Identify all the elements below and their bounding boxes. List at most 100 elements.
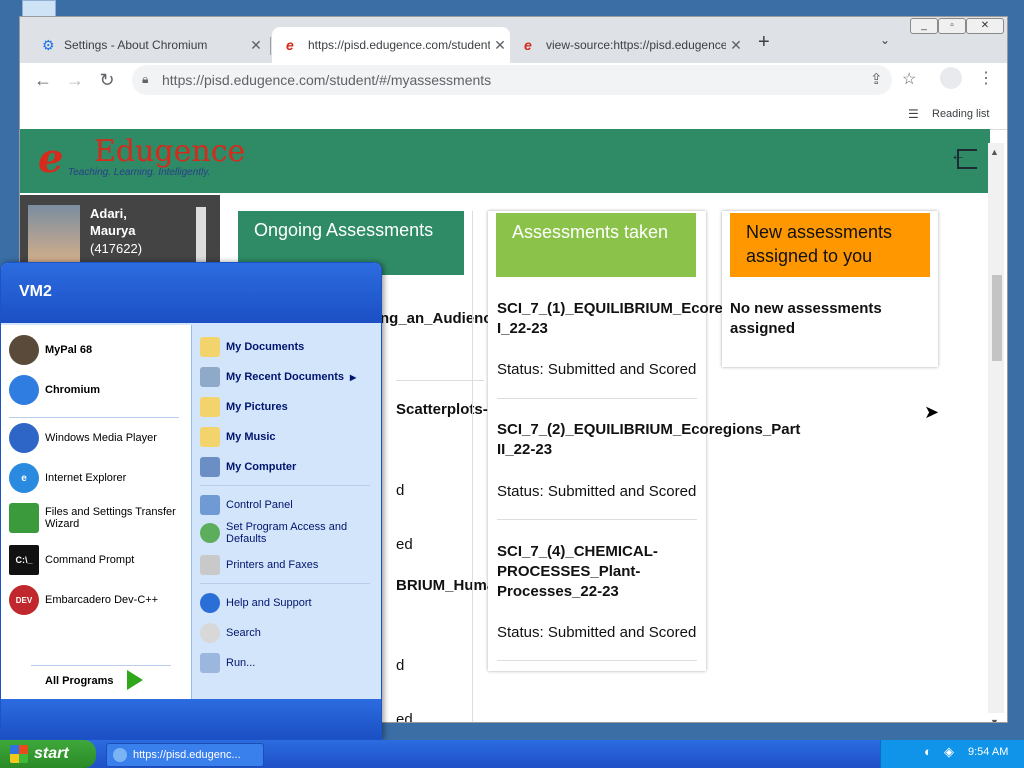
start-item-printers[interactable]: Printers and Faxes bbox=[200, 555, 318, 575]
close-tab-icon[interactable]: ✕ bbox=[726, 37, 746, 54]
edugence-favicon: e bbox=[286, 37, 294, 53]
start-menu-user: VM2 bbox=[19, 283, 52, 300]
run-icon bbox=[200, 653, 220, 673]
start-item-recent-documents[interactable]: My Recent Documents ▶ bbox=[200, 367, 376, 387]
recent-documents-icon bbox=[200, 367, 220, 387]
avatar bbox=[28, 205, 80, 265]
scroll-up-icon[interactable]: ▲ bbox=[990, 147, 999, 157]
logo-name: Edugence bbox=[94, 134, 246, 169]
search-icon bbox=[200, 623, 220, 643]
taken-item-3[interactable]: SCI_7_(4)_CHEMICAL-PROCESSES_Plant-Proce… bbox=[497, 542, 697, 602]
clock: 9:54 AM bbox=[968, 746, 1009, 758]
new-tab-button[interactable]: + bbox=[758, 31, 770, 54]
taskbar-item-browser[interactable]: https://pisd.edugenc... bbox=[106, 743, 264, 767]
start-menu-right-pane: My Documents My Recent Documents ▶ My Pi… bbox=[191, 325, 381, 699]
forward-button[interactable]: → bbox=[62, 67, 88, 93]
edugence-favicon: e bbox=[524, 37, 532, 53]
share-icon[interactable]: ⇪ bbox=[870, 70, 883, 88]
start-item-my-computer[interactable]: My Computer bbox=[200, 457, 296, 477]
taken-item-2[interactable]: SCI_7_(2)_EQUILIBRIUM_Ecoregions_Part II… bbox=[497, 420, 827, 460]
minimize-button[interactable]: _ bbox=[910, 18, 938, 34]
profile-name: Adari, Maurya bbox=[90, 206, 136, 238]
ongoing-item-2[interactable]: Scatterplots- bbox=[396, 400, 488, 420]
close-tab-icon[interactable]: ✕ bbox=[490, 37, 510, 54]
command-prompt-icon: C:\_ bbox=[9, 545, 39, 575]
all-programs-arrow-icon bbox=[127, 670, 143, 690]
tab-settings[interactable]: ⚙ Settings - About Chromium ✕ bbox=[28, 27, 266, 63]
tab-view-source[interactable]: e view-source:https://pisd.edugence.c ✕ bbox=[510, 27, 746, 63]
new-header: New assessments assigned to you bbox=[730, 213, 930, 277]
start-item-my-music[interactable]: My Music bbox=[200, 427, 276, 447]
help-icon bbox=[200, 593, 220, 613]
taken-status-2: Status: Submitted and Scored bbox=[497, 483, 697, 500]
start-item-help[interactable]: Help and Support bbox=[200, 593, 312, 613]
lock-icon[interactable]: 🔒︎ bbox=[142, 72, 148, 87]
start-item-chromium[interactable]: Chromium bbox=[9, 375, 189, 405]
chromium-icon bbox=[113, 748, 127, 762]
page-scrollbar-thumb[interactable] bbox=[992, 275, 1002, 361]
mypal-icon bbox=[9, 335, 39, 365]
page-scrollbar[interactable] bbox=[988, 143, 1004, 713]
start-menu-header bbox=[1, 263, 381, 323]
submenu-arrow-icon: ▶ bbox=[349, 372, 357, 382]
start-menu-footer bbox=[1, 699, 381, 739]
profile-icon[interactable] bbox=[940, 67, 962, 89]
close-tab-icon[interactable]: ✕ bbox=[246, 37, 266, 54]
windows-flag-icon bbox=[10, 745, 28, 763]
menu-icon[interactable]: ⋮ bbox=[978, 68, 994, 88]
start-item-my-documents[interactable]: My Documents bbox=[200, 337, 304, 357]
gear-icon: ⚙ bbox=[42, 36, 55, 53]
profile-scrollbar[interactable] bbox=[196, 207, 206, 267]
tab-search-icon[interactable]: ⌄ bbox=[880, 33, 890, 47]
start-item-search[interactable]: Search bbox=[200, 623, 261, 643]
start-item-program-access[interactable]: Set Program Access and Defaults bbox=[200, 521, 376, 545]
start-item-control-panel[interactable]: Control Panel bbox=[200, 495, 293, 515]
maximize-button[interactable]: ▫ bbox=[938, 18, 966, 34]
start-item-cmd[interactable]: C:\_ Command Prompt bbox=[9, 545, 189, 575]
mouse-cursor-icon: ➤ bbox=[924, 402, 940, 422]
printer-icon bbox=[200, 555, 220, 575]
chromium-icon bbox=[9, 375, 39, 405]
control-panel-icon bbox=[200, 495, 220, 515]
reload-button[interactable]: ↻ bbox=[94, 67, 120, 93]
start-menu: VM2 MyPal 68 Chromium Windows Media Play… bbox=[0, 262, 382, 740]
url-text[interactable]: https://pisd.edugence.com/student/#/myas… bbox=[162, 72, 491, 88]
tab-edugence[interactable]: e https://pisd.edugence.com/student/ ✕ bbox=[272, 27, 510, 63]
logout-arrow-icon: ← bbox=[950, 147, 966, 164]
new-empty-message: No new assessments assigned bbox=[730, 300, 882, 337]
media-player-icon bbox=[9, 423, 39, 453]
taken-header: Assessments taken bbox=[496, 213, 696, 277]
start-item-run[interactable]: Run... bbox=[200, 653, 255, 673]
start-item-ie[interactable]: e Internet Explorer bbox=[9, 463, 189, 493]
start-button[interactable]: start bbox=[0, 740, 96, 768]
bookmark-star-icon[interactable]: ☆ bbox=[902, 69, 916, 89]
reading-list-button[interactable]: Reading list bbox=[932, 108, 989, 120]
taken-status-1: Status: Submitted and Scored bbox=[497, 361, 697, 378]
transfer-wizard-icon bbox=[9, 503, 39, 533]
start-item-devcpp[interactable]: DEV Embarcadero Dev-C++ bbox=[9, 585, 189, 615]
profile-id: (417622) bbox=[90, 241, 143, 256]
devcpp-icon: DEV bbox=[9, 585, 39, 615]
reading-list-icon[interactable]: ☰ bbox=[908, 107, 919, 121]
start-item-mypal[interactable]: MyPal 68 bbox=[9, 335, 189, 365]
taken-item-1[interactable]: SCI_7_(1)_EQUILIBRIUM_Ecoregions_Part I_… bbox=[497, 299, 800, 339]
close-window-button[interactable]: ✕ bbox=[966, 18, 1004, 34]
tray-app-icon[interactable]: ◐ bbox=[924, 744, 932, 759]
start-item-fast-wizard[interactable]: Files and Settings Transfer Wizard bbox=[9, 503, 189, 533]
logo-e: e bbox=[38, 135, 64, 182]
internet-explorer-icon: e bbox=[9, 463, 39, 493]
taken-status-3: Status: Submitted and Scored bbox=[497, 624, 697, 641]
pictures-folder-icon bbox=[200, 397, 220, 417]
logo-tagline: Teaching. Learning. Intelligently. bbox=[68, 167, 211, 178]
security-icon[interactable]: ◈ bbox=[944, 744, 954, 760]
scroll-down-icon[interactable]: ▼ bbox=[990, 717, 999, 722]
music-folder-icon bbox=[200, 427, 220, 447]
folder-icon bbox=[200, 337, 220, 357]
start-item-wmp[interactable]: Windows Media Player bbox=[9, 423, 189, 453]
back-button[interactable]: ← bbox=[30, 67, 56, 93]
program-access-icon bbox=[200, 523, 220, 543]
computer-icon bbox=[200, 457, 220, 477]
all-programs-button[interactable]: All Programs bbox=[45, 675, 113, 687]
start-item-my-pictures[interactable]: My Pictures bbox=[200, 397, 288, 417]
reading-list-bar bbox=[20, 103, 1007, 130]
